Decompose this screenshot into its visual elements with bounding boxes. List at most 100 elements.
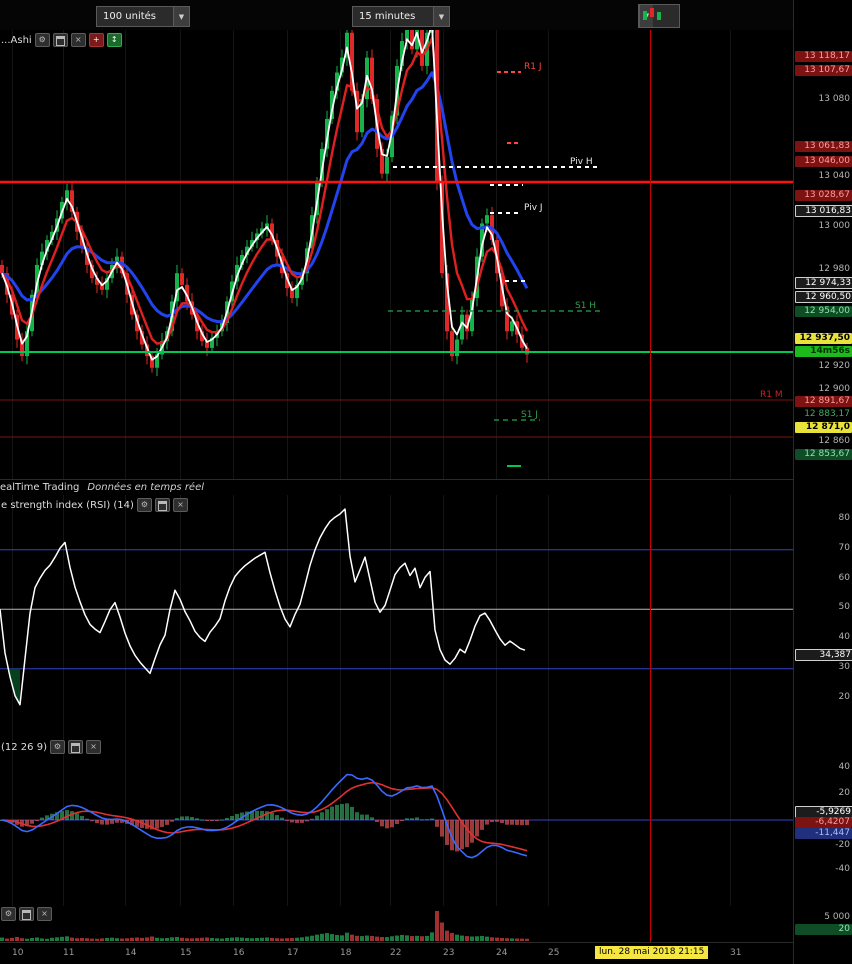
units-dropdown[interactable]: 100 unités ▼ bbox=[96, 6, 190, 27]
main-chart-header: ...Ashi ⚙ × + ↕ bbox=[1, 33, 122, 47]
axis-label: 12 853,67 bbox=[795, 449, 852, 460]
time-tick: 25 bbox=[548, 948, 560, 958]
tools-icon[interactable]: ⚙ bbox=[136, 498, 152, 512]
tools-icon[interactable]: ⚙ bbox=[34, 33, 50, 47]
volume-header: ⚙ × bbox=[1, 907, 52, 921]
timeframe-value: 15 minutes bbox=[359, 11, 416, 22]
axis-label: 5 000 bbox=[824, 912, 850, 922]
axis-label: 20 bbox=[838, 788, 850, 798]
axis-label: 13 000 bbox=[818, 221, 851, 231]
axis-label: 13 016,83 bbox=[795, 205, 852, 217]
macd-panel[interactable]: (12 26 9) ⚙ × bbox=[0, 737, 793, 907]
chevron-down-icon[interactable]: ▼ bbox=[433, 7, 449, 26]
axis-label: 20 bbox=[838, 692, 850, 702]
pivot-label: S1 H bbox=[575, 301, 597, 311]
axis-label: 12 960,50 bbox=[795, 291, 852, 303]
main-chart-panel[interactable]: ...Ashi ⚙ × + ↕ R1 J Piv H Piv J S1 H S1 J R1… bbox=[0, 30, 793, 479]
time-tick: 31 bbox=[730, 948, 742, 958]
chart-type-dropdown[interactable]: ▼ bbox=[638, 4, 680, 28]
pivot-label: Piv H bbox=[570, 157, 593, 167]
pivot-label: R1 M bbox=[760, 390, 783, 400]
axis-label: -6,4207 bbox=[795, 817, 852, 828]
axis-label: 12 871,0 bbox=[795, 422, 852, 433]
axis-label: -11,447 bbox=[795, 828, 852, 839]
close-icon[interactable]: × bbox=[70, 33, 86, 47]
time-tick: 17 bbox=[287, 948, 299, 958]
axis-label: 40 bbox=[838, 762, 850, 772]
axis-label: 12 974,33 bbox=[795, 277, 852, 289]
time-axis[interactable]: lun. 28 mai 2018 21:15 10 11 14 15 16 17 18 22 2… bbox=[0, 942, 793, 964]
feed-name: ealTime Trading bbox=[0, 482, 80, 493]
time-tick: 16 bbox=[233, 948, 245, 958]
rsi-title: e strength index (RSI) (14) bbox=[1, 499, 134, 511]
close-icon[interactable]: × bbox=[85, 740, 101, 754]
rsi-header: e strength index (RSI) (14) ⚙ × bbox=[1, 498, 188, 512]
feed-status: Données en temps réel bbox=[87, 482, 205, 493]
timeframe-dropdown[interactable]: 15 minutes ▼ bbox=[352, 6, 450, 27]
crosshair-vertical-line bbox=[650, 30, 651, 942]
axis-label: 13 107,67 bbox=[795, 65, 852, 76]
axis-label: 13 118,17 bbox=[795, 51, 852, 62]
expand-icon[interactable]: ↕ bbox=[106, 33, 122, 47]
volume-panel[interactable]: ⚙ × bbox=[0, 906, 793, 943]
time-tick: 24 bbox=[496, 948, 508, 958]
axis-label: 70 bbox=[838, 543, 850, 553]
axis-label: 14m56s bbox=[795, 346, 852, 357]
tools-icon[interactable]: ⚙ bbox=[1, 907, 16, 921]
window-icon[interactable] bbox=[19, 907, 34, 921]
axis-label: 12 860 bbox=[818, 436, 851, 446]
time-tick: 15 bbox=[180, 948, 192, 958]
toolbar: 100 unités ▼ 15 minutes ▼ ▼ bbox=[0, 0, 852, 31]
rsi-canvas[interactable] bbox=[0, 495, 793, 737]
time-tick: 23 bbox=[443, 948, 455, 958]
axis-label: 13 046,00 bbox=[795, 156, 852, 167]
axis-label: 13 028,67 bbox=[795, 190, 852, 201]
candlestick-style-icon bbox=[643, 8, 661, 20]
window-icon[interactable] bbox=[52, 33, 68, 47]
chevron-down-icon[interactable]: ▼ bbox=[173, 7, 189, 26]
pivot-label: Piv J bbox=[524, 203, 543, 213]
axis-label: 13 040 bbox=[818, 171, 851, 181]
axis-label: 20 bbox=[795, 924, 852, 935]
axis-label: 80 bbox=[838, 513, 850, 523]
axis-label: -20 bbox=[835, 840, 850, 850]
volume-canvas[interactable] bbox=[0, 906, 793, 942]
time-tick: 14 bbox=[125, 948, 137, 958]
axis-label: 12 920 bbox=[818, 361, 851, 371]
main-chart-title: ...Ashi bbox=[1, 34, 32, 46]
pivot-label: R1 J bbox=[524, 62, 542, 72]
pivot-label: S1 J bbox=[521, 410, 538, 420]
macd-title: (12 26 9) bbox=[1, 741, 47, 753]
price-axis[interactable]: 13 118,17 13 107,67 13 080 13 061,83 13 046,… bbox=[793, 0, 852, 964]
tools-icon[interactable]: ⚙ bbox=[49, 740, 65, 754]
trading-platform: 100 unités ▼ 15 minutes ▼ ▼ ...Ashi ⚙ × … bbox=[0, 0, 852, 964]
data-feed-note: ealTime Trading Données en temps réel bbox=[0, 479, 793, 496]
axis-label: 12 937,50 bbox=[795, 333, 852, 344]
close-icon[interactable]: × bbox=[172, 498, 188, 512]
axis-label: 12 980 bbox=[818, 264, 851, 274]
time-tick: 18 bbox=[340, 948, 352, 958]
axis-label: 12 891,67 bbox=[795, 396, 852, 407]
axis-label: 12 954,00 bbox=[795, 306, 852, 317]
axis-label: 13 080 bbox=[818, 94, 851, 104]
time-tick: 22 bbox=[390, 948, 402, 958]
axis-label: -40 bbox=[835, 864, 850, 874]
macd-header: (12 26 9) ⚙ × bbox=[1, 740, 101, 754]
window-icon[interactable] bbox=[67, 740, 83, 754]
add-alert-icon[interactable]: + bbox=[88, 33, 104, 47]
units-value: 100 unités bbox=[103, 11, 157, 22]
window-icon[interactable] bbox=[154, 498, 170, 512]
axis-label: 60 bbox=[838, 573, 850, 583]
axis-label: 40 bbox=[838, 632, 850, 642]
axis-label: 30 bbox=[838, 662, 850, 672]
axis-label: 12 900 bbox=[818, 384, 851, 394]
macd-canvas[interactable] bbox=[0, 737, 793, 906]
time-tick: 11 bbox=[63, 948, 75, 958]
crosshair-date-tag: lun. 28 mai 2018 21:15 bbox=[595, 946, 709, 959]
rsi-panel[interactable]: e strength index (RSI) (14) ⚙ × bbox=[0, 495, 793, 738]
main-chart-canvas[interactable] bbox=[0, 30, 793, 479]
axis-label: 50 bbox=[838, 602, 850, 612]
axis-label: 34,387 bbox=[795, 649, 852, 661]
axis-label: 13 061,83 bbox=[795, 141, 852, 152]
close-icon[interactable]: × bbox=[37, 907, 52, 921]
